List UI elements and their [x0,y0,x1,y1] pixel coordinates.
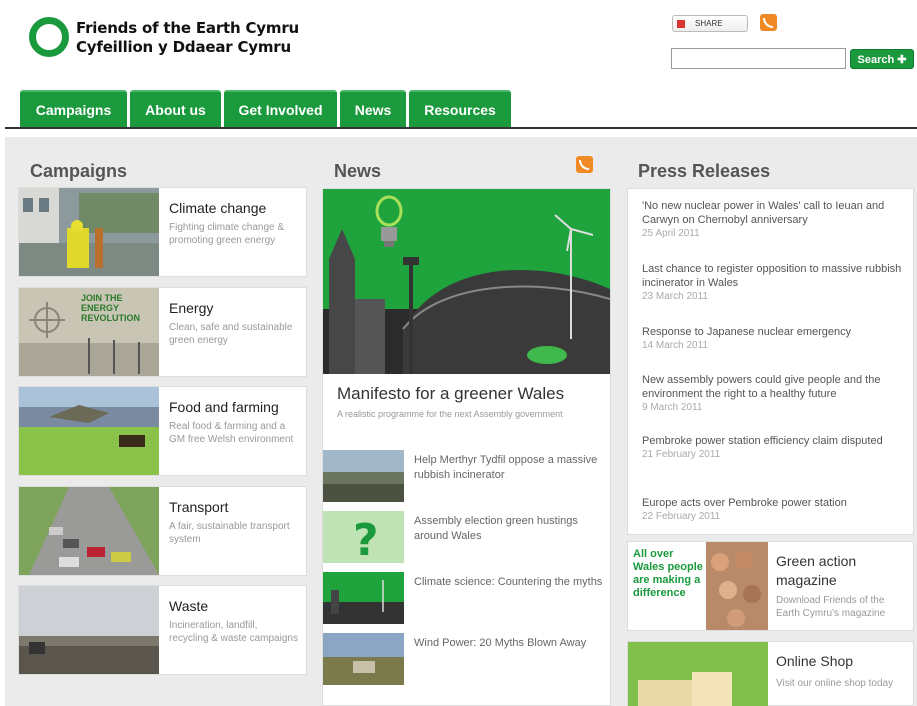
press-releases-heading: Press Releases [638,161,771,181]
news-thumb-question: ? [323,511,404,563]
news-item-title: Help Merthyr Tydfil oppose a massive rub… [414,454,598,481]
press-item[interactable]: Response to Japanese nuclear emergency 1… [642,325,908,352]
news-item-title: Climate science: Countering the myths [414,576,603,588]
press-date: 22 February 2011 [642,511,721,522]
climate-change-thumbnail [19,188,159,276]
magazine-title: Green action magazine [776,553,857,588]
press-title: Last chance to register opposition to ma… [642,263,902,289]
svg-text:?: ? [353,515,379,563]
press-releases-panel: 'No new nuclear power in Wales' call to … [627,188,914,535]
press-item[interactable]: Pembroke power station efficiency claim … [642,434,908,461]
online-shop-promo[interactable]: Online Shop Visit our online shop today [627,641,914,706]
news-hero-image[interactable] [323,189,610,374]
press-title: New assembly powers could give people an… [642,374,881,400]
nav-tab-campaigns[interactable]: Campaigns [20,90,127,127]
magazine-desc: Download Friends of the Earth Cymru's ma… [776,595,886,619]
press-title: Response to Japanese nuclear emergency [642,326,852,338]
logo-ring-icon[interactable] [29,17,69,57]
press-item[interactable]: Europe acts over Pembroke power station … [642,496,908,523]
main-nav: Campaigns About us Get Involved News Res… [20,90,511,127]
magazine-banner-text: All over Wales people are making a diffe… [633,548,703,599]
news-thumb-climate-science [323,572,404,624]
online-shop-thumbnail [628,642,768,706]
news-panel: Manifesto for a greener Wales A realisti… [322,188,611,706]
campaign-desc: Clean, safe and sustainable green energy [169,322,293,346]
food-farming-thumbnail [19,387,159,475]
share-icon [677,19,685,28]
press-title: Pembroke power station efficiency claim … [642,435,883,447]
news-item-title: Assembly election green hustings around … [414,515,578,542]
campaign-title: Energy [169,300,214,316]
share-button[interactable]: SHARE [672,15,748,32]
campaign-desc: Incineration, landfill, recycling & wast… [169,620,298,644]
rss-feed-icon[interactable] [760,14,777,31]
news-subheadline: A realistic programme for the next Assem… [337,409,563,419]
transport-thumbnail [19,487,159,575]
nav-tab-resources[interactable]: Resources [409,90,511,127]
campaign-title: Climate change [169,200,267,216]
news-thumb-wind-power [323,633,404,685]
site-header: Friends of the Earth Cymru Cyfeillion y … [0,0,917,129]
campaigns-heading: Campaigns [30,161,128,181]
press-title: Europe acts over Pembroke power station [642,497,847,509]
press-item[interactable]: 'No new nuclear power in Wales' call to … [642,199,908,240]
nav-tab-news[interactable]: News [340,90,406,127]
news-item[interactable]: Help Merthyr Tydfil oppose a massive rub… [323,450,610,504]
campaign-title: Food and farming [169,399,279,415]
news-headline[interactable]: Manifesto for a greener Wales [337,384,564,404]
site-logo[interactable]: Friends of the Earth Cymru Cyfeillion y … [76,19,299,57]
online-shop-title: Online Shop [776,653,854,669]
campaign-desc: Real food & farming and a GM free Welsh … [169,421,294,445]
campaign-title: Transport [169,499,229,515]
press-item[interactable]: Last chance to register opposition to ma… [642,262,908,303]
news-thumb-incinerator [323,450,404,502]
press-item[interactable]: New assembly powers could give people an… [642,373,908,414]
waste-thumbnail [19,586,159,674]
logo-line-english: Friends of the Earth Cymru [76,19,299,37]
green-action-magazine-promo[interactable]: All over Wales people are making a diffe… [627,541,914,631]
press-date: 14 March 2011 [642,340,708,351]
nav-tab-about-us[interactable]: About us [130,90,221,127]
campaign-desc: Fighting climate change & promoting gree… [169,222,285,246]
campaign-title: Waste [169,598,209,614]
press-date: 25 April 2011 [642,228,700,239]
search-input[interactable] [671,48,846,69]
news-item[interactable]: Climate science: Countering the myths [323,572,610,626]
news-item[interactable]: Wind Power: 20 Myths Blown Away [323,633,610,687]
news-rss-icon[interactable] [576,156,593,173]
logo-line-welsh: Cyfeillion y Ddaear Cymru [76,38,291,56]
online-shop-desc: Visit our online shop today [776,678,894,689]
campaign-item-energy[interactable]: JOIN THE ENERGY REVOLUTION Energy Clean,… [18,287,307,377]
press-date: 23 March 2011 [642,291,708,302]
campaign-desc: A fair, sustainable transport system [169,521,290,545]
nav-divider [5,127,917,129]
news-heading: News [334,161,382,181]
energy-banner-text: JOIN THE ENERGY REVOLUTION [81,293,141,323]
press-date: 21 February 2011 [642,449,721,460]
campaign-item-food-and-farming[interactable]: Food and farming Real food & farming and… [18,386,307,476]
share-label: SHARE [695,19,723,28]
search-button[interactable]: Search ✚ [850,49,914,69]
campaign-item-transport[interactable]: Transport A fair, sustainable transport … [18,486,307,576]
campaign-item-waste[interactable]: Waste Incineration, landfill, recycling … [18,585,307,675]
campaign-item-climate-change[interactable]: Climate change Fighting climate change &… [18,187,307,277]
press-title: 'No new nuclear power in Wales' call to … [642,200,885,226]
nav-tab-get-involved[interactable]: Get Involved [224,90,337,127]
news-item-title: Wind Power: 20 Myths Blown Away [414,637,587,649]
press-date: 9 March 2011 [642,402,703,413]
news-item[interactable]: ? Assembly election green hustings aroun… [323,511,610,565]
